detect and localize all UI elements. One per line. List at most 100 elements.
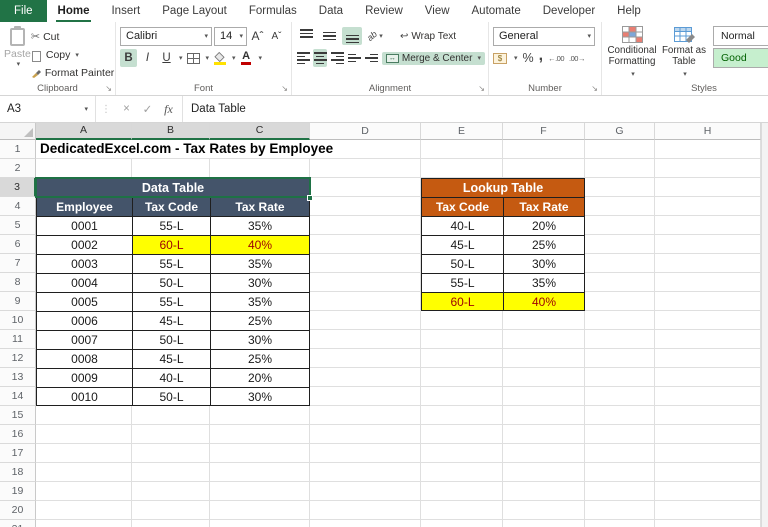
cell-F11[interactable] [503,330,585,349]
cell-C21[interactable] [210,520,310,527]
italic-button[interactable]: I [139,49,156,67]
row-header-13[interactable]: 13 [0,368,36,387]
cell-B2[interactable] [132,159,210,178]
cell-B11[interactable]: 50-L [132,330,210,349]
cell-B7[interactable]: 55-L [132,254,210,273]
cell-A14[interactable]: 0010 [36,387,132,406]
column-header-D[interactable]: D [310,123,421,140]
cell-E18[interactable] [421,463,503,482]
fill-color-button[interactable] [211,49,228,67]
cell-D9[interactable] [310,292,421,311]
cell-C17[interactable] [210,444,310,463]
cell-E5[interactable]: 40-L [421,216,503,235]
increase-indent-button[interactable] [365,49,379,67]
accounting-format-icon[interactable]: $ [493,53,507,64]
paste-button[interactable]: Paste ▾ [4,25,31,82]
cell-H12[interactable] [655,349,761,368]
cell-A9[interactable]: 0005 [36,292,132,311]
cell-H8[interactable] [655,273,761,292]
row-header-7[interactable]: 7 [0,254,36,273]
cell-F17[interactable] [503,444,585,463]
cell-E20[interactable] [421,501,503,520]
tab-data[interactable]: Data [308,0,354,22]
cell-C9[interactable]: 35% [210,292,310,311]
insert-function-button[interactable]: fx [158,102,179,117]
percent-style-button[interactable]: % [523,51,534,65]
align-left-button[interactable] [296,49,310,67]
column-header-F[interactable]: F [503,123,585,140]
cell-F8[interactable]: 35% [503,273,585,292]
cell-A16[interactable] [36,425,132,444]
cell-F12[interactable] [503,349,585,368]
row-header-17[interactable]: 17 [0,444,36,463]
cell-F1[interactable] [503,140,585,159]
cell-D13[interactable] [310,368,421,387]
cell-A12[interactable]: 0008 [36,349,132,368]
cell-C4[interactable]: Tax Rate [210,197,310,216]
format-painter-button[interactable]: Format Painter [31,64,114,81]
tab-view[interactable]: View [414,0,461,22]
borders-button[interactable] [185,49,202,67]
comma-style-button[interactable]: , [539,52,543,60]
cell-H13[interactable] [655,368,761,387]
cell-H11[interactable] [655,330,761,349]
cell-F7[interactable]: 30% [503,254,585,273]
cell-D4[interactable] [310,197,421,216]
cell-F4[interactable]: Tax Rate [503,197,585,216]
font-color-button[interactable]: A [238,49,255,67]
cell-H4[interactable] [655,197,761,216]
decrease-decimal-button[interactable]: .00→ [569,54,585,63]
cell-F6[interactable]: 25% [503,235,585,254]
cell-A4[interactable]: Employee [36,197,132,216]
row-header-16[interactable]: 16 [0,425,36,444]
row-header-12[interactable]: 12 [0,349,36,368]
tab-review[interactable]: Review [354,0,414,22]
cell-C6[interactable]: 40% [210,235,310,254]
conditional-formatting-button[interactable]: Conditional Formatting ▾ [606,26,658,82]
row-header-21[interactable]: 21 [0,520,36,527]
cell-A13[interactable]: 0009 [36,368,132,387]
cell-E15[interactable] [421,406,503,425]
row-header-9[interactable]: 9 [0,292,36,311]
cell-E2[interactable] [421,159,503,178]
cell-B18[interactable] [132,463,210,482]
cell-F10[interactable] [503,311,585,330]
cell-G3[interactable] [585,178,655,197]
row-header-15[interactable]: 15 [0,406,36,425]
align-middle-button[interactable] [319,27,339,45]
cell-G10[interactable] [585,311,655,330]
cell-C12[interactable]: 25% [210,349,310,368]
cell-G2[interactable] [585,159,655,178]
cell-E7[interactable]: 50-L [421,254,503,273]
underline-button[interactable]: U [158,49,175,67]
cell-E3[interactable]: Lookup Table [421,178,585,197]
decrease-indent-button[interactable] [348,49,362,67]
align-top-button[interactable] [296,27,316,45]
cut-button[interactable]: ✂ Cut [31,28,114,45]
cell-D17[interactable] [310,444,421,463]
tab-insert[interactable]: Insert [100,0,151,22]
cell-E6[interactable]: 45-L [421,235,503,254]
cell-H14[interactable] [655,387,761,406]
cell-G11[interactable] [585,330,655,349]
enter-button[interactable]: ✓ [137,102,158,116]
format-as-table-button[interactable]: Format as Table ▾ [658,26,710,82]
row-header-2[interactable]: 2 [0,159,36,178]
cell-A19[interactable] [36,482,132,501]
font-size-select[interactable]: 14 ▾ [214,27,247,46]
cell-D16[interactable] [310,425,421,444]
cell-F2[interactable] [503,159,585,178]
tab-automate[interactable]: Automate [461,0,532,22]
cell-E4[interactable]: Tax Code [421,197,503,216]
cell-F13[interactable] [503,368,585,387]
cell-B14[interactable]: 50-L [132,387,210,406]
cell-H3[interactable] [655,178,761,197]
cell-H21[interactable] [655,520,761,527]
cell-F21[interactable] [503,520,585,527]
cell-G13[interactable] [585,368,655,387]
increase-font-button[interactable]: Aˆ [249,27,266,45]
cell-E21[interactable] [421,520,503,527]
copy-button[interactable]: Copy ▾ [31,46,114,63]
cell-G9[interactable] [585,292,655,311]
cell-D15[interactable] [310,406,421,425]
